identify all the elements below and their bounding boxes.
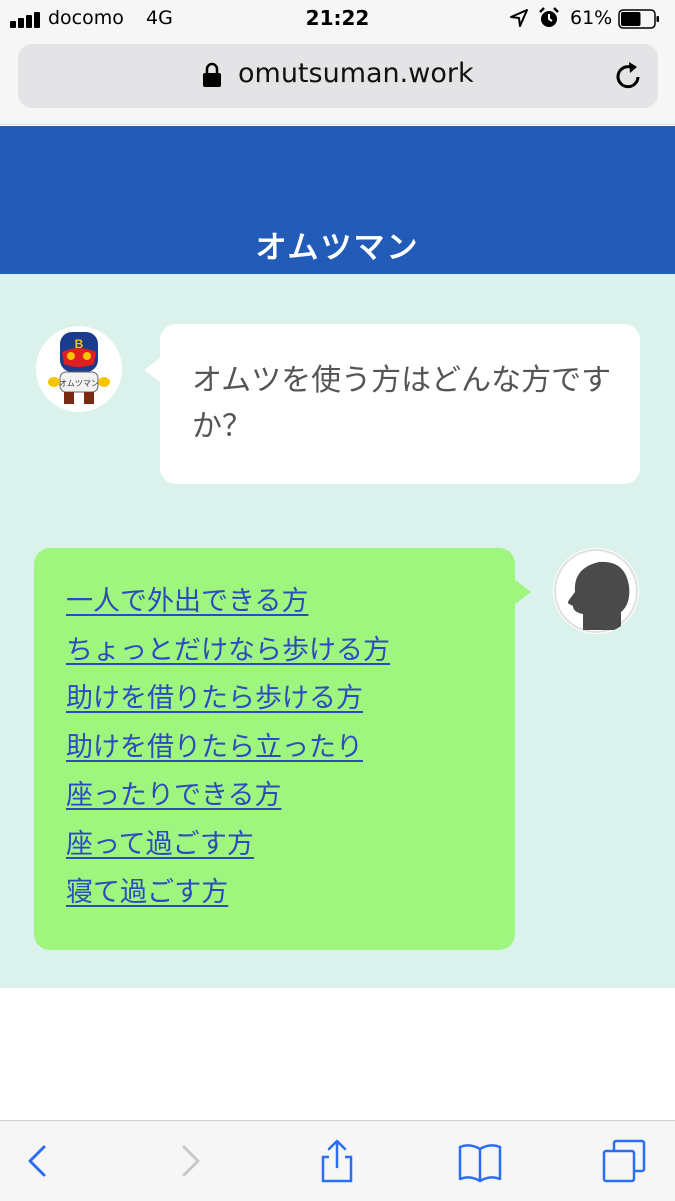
url-text[interactable]: omutsuman.work	[238, 58, 474, 89]
alarm-icon	[539, 7, 559, 27]
lock-icon	[203, 62, 221, 87]
answer-options: 一人で外出できる方 ちょっとだけなら歩ける方 助けを借りたら歩ける方 助けを借り…	[66, 578, 390, 918]
battery-percent: 61%	[570, 7, 613, 29]
option-bedridden[interactable]: 寝て過ごす方	[66, 869, 390, 918]
user-silhouette-icon	[554, 549, 638, 633]
url-bar[interactable]: omutsuman.work	[18, 44, 658, 108]
user-avatar	[553, 548, 639, 634]
option-walk-with-help[interactable]: 助けを借りたら歩ける方	[66, 675, 390, 724]
option-go-out-alone[interactable]: 一人で外出できる方	[66, 578, 390, 627]
share-icon[interactable]	[315, 1139, 359, 1183]
browser-address-area: omutsuman.work	[0, 38, 675, 125]
forward-icon[interactable]	[168, 1139, 212, 1183]
site-title: オムツマン	[255, 230, 420, 266]
omutsuman-mascot-icon: B オムツマン	[48, 332, 110, 404]
reload-icon[interactable]	[612, 60, 644, 92]
battery-icon	[618, 9, 659, 29]
mascot-label: オムツマン	[59, 379, 99, 388]
answer-options-bubble: 一人で外出できる方 ちょっとだけなら歩ける方 助けを借りたら歩ける方 助けを借り…	[34, 548, 531, 950]
bot-question: オムツを使う方はどんな方ですか？	[192, 363, 612, 444]
bookmarks-icon[interactable]	[458, 1139, 502, 1183]
back-icon[interactable]	[16, 1139, 60, 1183]
location-arrow-icon	[510, 9, 528, 27]
browser-toolbar	[0, 1120, 675, 1201]
site-header: オムツマン	[0, 126, 675, 274]
option-walk-a-little[interactable]: ちょっとだけなら歩ける方	[66, 627, 390, 676]
chat-area: B オムツマン オムツを使う方はどんな方ですか？ 一人で外出できる方 ちょっとだ…	[0, 274, 675, 988]
bot-avatar: B オムツマン	[36, 326, 122, 412]
option-spend-sitting[interactable]: 座って過ごす方	[66, 821, 390, 870]
option-stand-with-help[interactable]: 助けを借りたら立ったり	[66, 724, 390, 773]
bot-message-bubble: オムツを使う方はどんな方ですか？	[144, 324, 640, 484]
option-sit-with-help[interactable]: 座ったりできる方	[66, 772, 390, 821]
tabs-icon[interactable]	[602, 1139, 646, 1183]
status-bar: docomo 4G 21:22 61%	[0, 0, 675, 38]
